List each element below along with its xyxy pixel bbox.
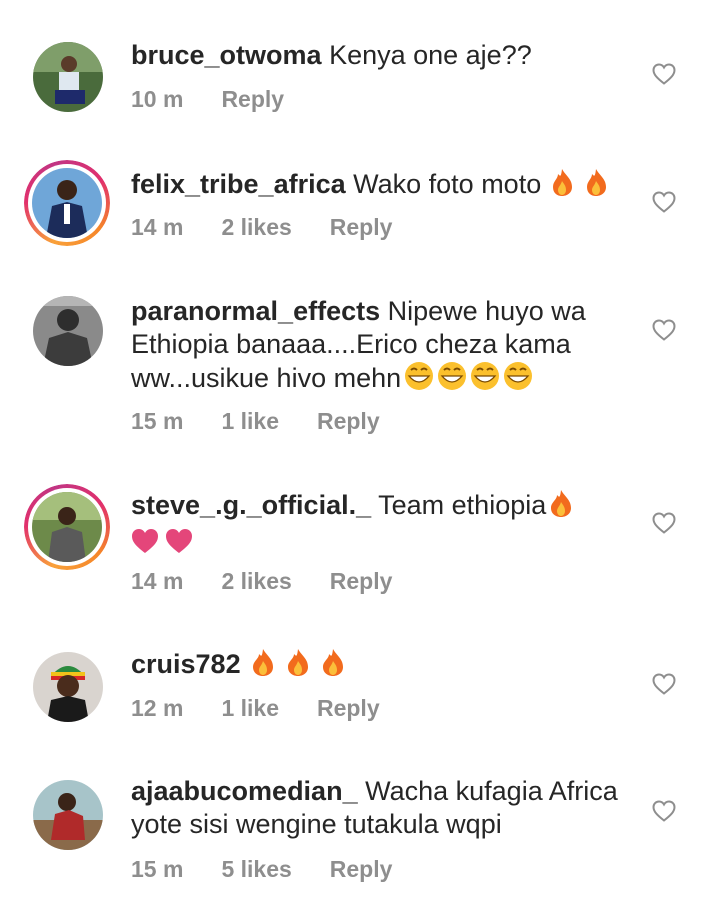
username[interactable]: ajaabucomedian_ xyxy=(131,776,358,806)
timestamp: 12 m xyxy=(131,695,184,721)
avatar[interactable] xyxy=(33,780,103,850)
comment-text: bruce_otwoma Kenya one aje?? xyxy=(131,39,636,72)
reply-button[interactable]: Reply xyxy=(330,214,393,240)
heart-outline-icon[interactable] xyxy=(652,800,676,822)
timestamp: 15 m xyxy=(131,408,184,434)
likes-count[interactable]: 2 likes xyxy=(221,214,291,240)
comment-text: cruis782 xyxy=(131,647,636,685)
reply-button[interactable]: Reply xyxy=(221,86,284,112)
likes-count[interactable]: 5 likes xyxy=(221,856,291,882)
timestamp: 15 m xyxy=(131,856,184,882)
comment-meta: 14 m 2 likes Reply xyxy=(131,568,430,595)
comment-meta: 10 m Reply xyxy=(131,86,322,113)
username[interactable]: steve_.g._official._ xyxy=(131,490,371,520)
username[interactable]: cruis782 xyxy=(131,649,241,679)
comment-text: ajaabucomedian_ Wacha kufagia Africa yot… xyxy=(131,775,636,841)
avatar[interactable] xyxy=(24,160,110,246)
reply-button[interactable]: Reply xyxy=(317,695,380,721)
fire-emoji xyxy=(552,167,610,205)
comment-meta: 12 m 1 like Reply xyxy=(131,695,418,722)
timestamp: 10 m xyxy=(131,86,184,112)
comment-meta: 15 m 5 likes Reply xyxy=(131,856,430,883)
likes-count[interactable]: 1 like xyxy=(221,695,279,721)
heart-outline-icon[interactable] xyxy=(652,319,676,341)
grinning-face-emoji xyxy=(404,361,536,399)
username[interactable]: bruce_otwoma xyxy=(131,40,322,70)
comment-text: felix_tribe_africa Wako foto moto xyxy=(131,167,636,205)
reply-button[interactable]: Reply xyxy=(330,568,393,594)
username[interactable]: felix_tribe_africa xyxy=(131,169,346,199)
avatar[interactable] xyxy=(33,652,103,722)
heart-outline-icon[interactable] xyxy=(652,191,676,213)
avatar[interactable] xyxy=(33,296,103,366)
reply-button[interactable]: Reply xyxy=(317,408,380,434)
reply-button[interactable]: Reply xyxy=(330,856,393,882)
heart-outline-icon[interactable] xyxy=(652,512,676,534)
timestamp: 14 m xyxy=(131,568,184,594)
comment-body: Kenya one aje?? xyxy=(329,40,532,70)
comment-body: Wako foto moto xyxy=(353,169,542,199)
comment-text: steve_.g._official._ Team ethiopia xyxy=(131,488,636,564)
likes-count[interactable]: 2 likes xyxy=(221,568,291,594)
heart-outline-icon[interactable] xyxy=(652,673,676,695)
comment-meta: 14 m 2 likes Reply xyxy=(131,214,430,241)
pink-heart-emoji xyxy=(131,526,195,564)
avatar[interactable] xyxy=(24,484,110,570)
timestamp: 14 m xyxy=(131,214,184,240)
comment-body: Team ethiopia xyxy=(378,490,547,520)
fire-emoji xyxy=(251,647,345,685)
heart-outline-icon[interactable] xyxy=(652,63,676,85)
fire-emoji xyxy=(549,488,573,526)
username[interactable]: paranormal_effects xyxy=(131,296,380,326)
avatar[interactable] xyxy=(33,42,103,112)
comment-meta: 15 m 1 like Reply xyxy=(131,408,418,435)
likes-count[interactable]: 1 like xyxy=(221,408,279,434)
comment-text: paranormal_effects Nipewe huyo wa Ethiop… xyxy=(131,295,636,399)
